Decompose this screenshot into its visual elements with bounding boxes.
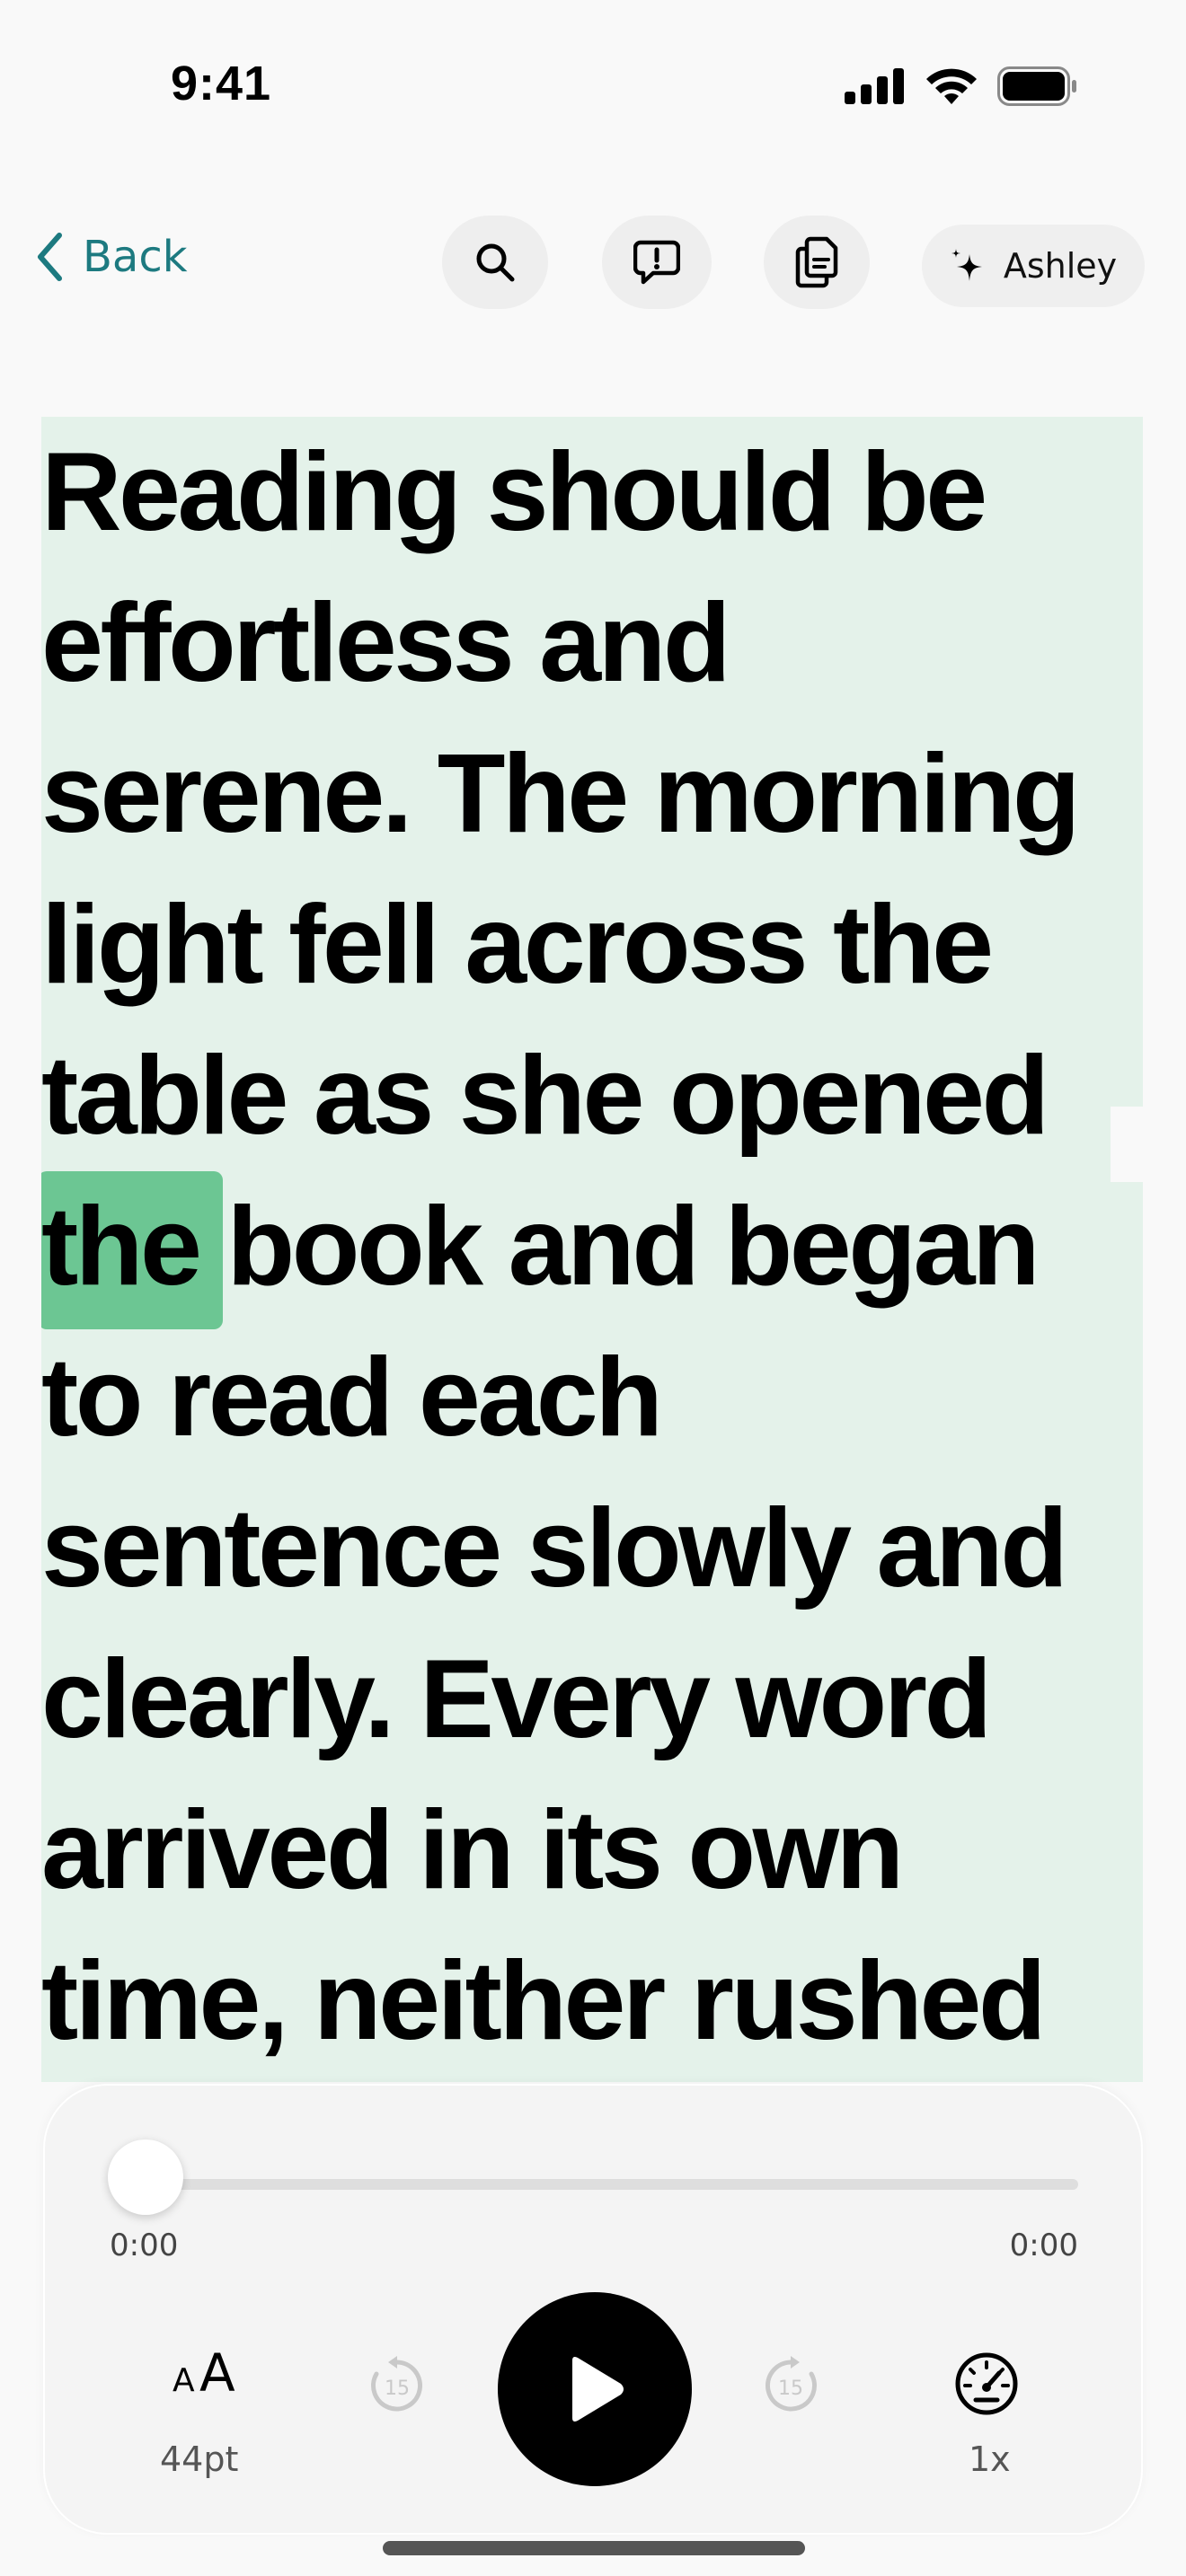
copy-button[interactable] (764, 216, 870, 309)
search-button[interactable] (442, 216, 548, 309)
voice-selector-button[interactable]: Ashley (922, 225, 1145, 307)
text-line: to read each (41, 1336, 663, 1460)
voice-name: Ashley (1003, 246, 1118, 286)
status-icons (845, 66, 1078, 106)
speedometer-icon (955, 2352, 1018, 2415)
text-line: the book and began (41, 1185, 1040, 1309)
sparkle-icon (951, 249, 982, 281)
total-time: 0:00 (1009, 2228, 1078, 2263)
text-line: sentence slowly and (41, 1486, 1068, 1610)
copy-icon (795, 236, 838, 288)
search-icon (476, 243, 515, 282)
back-button[interactable]: Back (36, 232, 188, 282)
text-line: Reading should be (41, 430, 987, 554)
skip-forward-button[interactable]: 15 (755, 2350, 827, 2422)
text-line: light fell across the (41, 883, 994, 1007)
text-line: arrived in its own (41, 1788, 904, 1912)
nav-bar: Back Ashley (0, 216, 1186, 314)
battery-icon (997, 66, 1076, 106)
play-icon (572, 2357, 624, 2422)
speed-label: 1x (969, 2439, 1011, 2479)
font-size-button[interactable]: A A (162, 2333, 252, 2405)
play-button[interactable] (498, 2292, 692, 2486)
progress-track[interactable] (146, 2179, 1078, 2190)
text-size-icon: A A (173, 2342, 235, 2396)
elapsed-time: 0:00 (110, 2228, 179, 2263)
skip-forward-seconds: 15 (778, 2378, 803, 2400)
text-line: effortless and (41, 581, 731, 705)
wifi-icon (926, 68, 977, 104)
font-size-label: 44pt (160, 2439, 239, 2479)
text-line: time, neither rushed (41, 1939, 1047, 2063)
skip-back-seconds: 15 (385, 2378, 410, 2400)
progress-thumb[interactable] (108, 2139, 183, 2215)
back-label: Back (83, 232, 188, 282)
cellular-signal-icon (845, 68, 904, 104)
audio-player: 0:00 0:00 A A 44pt 15 15 1x (43, 2084, 1143, 2535)
skip-forward-15-icon: 15 (766, 2356, 817, 2412)
playback-speed-button[interactable] (949, 2346, 1024, 2422)
text-line: serene. The morning (41, 732, 1081, 856)
chevron-left-icon (38, 233, 62, 281)
feedback-button[interactable] (602, 216, 712, 309)
text-line: clearly. Every word (41, 1637, 992, 1761)
skip-back-15-icon: 15 (371, 2356, 422, 2412)
svg-text:A: A (199, 2342, 235, 2396)
status-bar: 9:41 (0, 0, 1186, 162)
feedback-icon (633, 240, 680, 285)
skip-back-button[interactable]: 15 (361, 2350, 433, 2422)
status-time: 9:41 (171, 57, 272, 110)
svg-text:A: A (173, 2362, 195, 2396)
reading-text: Reading should be effortless and serene.… (41, 417, 1143, 2077)
reading-view[interactable]: Reading should be effortless and serene.… (41, 417, 1143, 2082)
home-indicator (383, 2541, 805, 2555)
text-line: table as she opened (41, 1034, 1049, 1158)
